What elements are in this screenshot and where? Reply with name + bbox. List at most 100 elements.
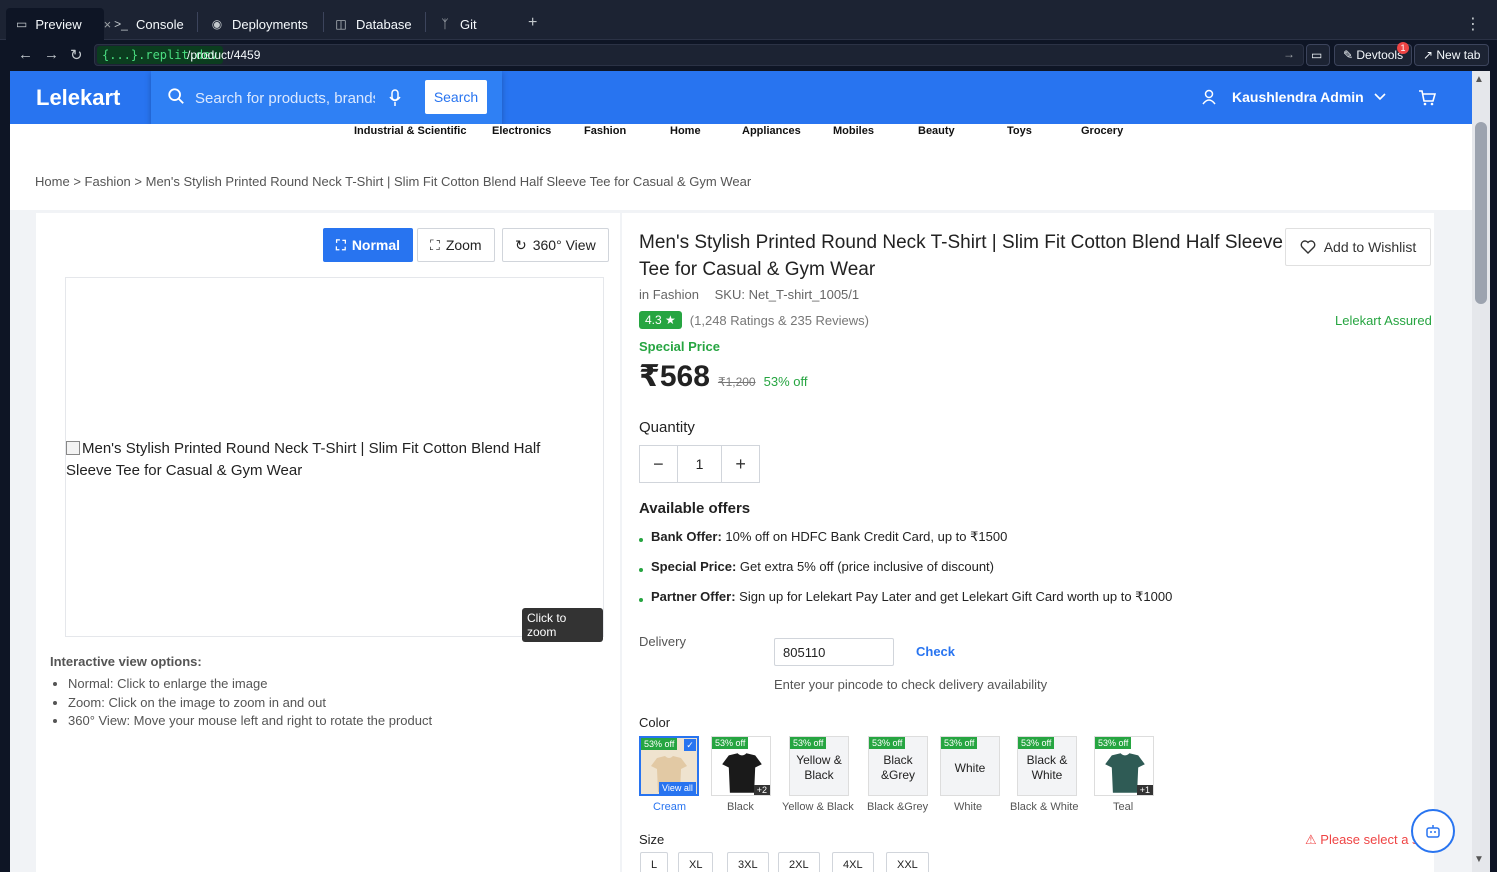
search-icon [168,88,184,104]
size-option[interactable]: XL [678,852,714,872]
swatch-label: Black [727,801,754,813]
cart-icon[interactable] [1418,89,1436,107]
discount-tag: 53% off [712,737,749,749]
swatch-label: Yellow & Black [782,801,854,813]
color-swatch-black[interactable]: 53% off +2 [711,736,771,796]
color-swatch-teal[interactable]: 53% off +1 [1094,736,1154,796]
category-mobiles[interactable]: Mobiles [833,125,874,137]
warning-text: Please select a size [1320,832,1417,847]
offers-title: Available offers [639,500,751,517]
size-option[interactable]: L [640,852,669,872]
view-zoom-button[interactable]: ⛶ Zoom [417,228,495,262]
forward-arrow-icon[interactable]: → [44,46,59,63]
scrollbar-thumb[interactable] [1475,122,1487,304]
site-logo[interactable]: Lelekart [36,85,120,111]
breadcrumb-home[interactable]: Home [35,174,70,189]
bullet-icon [639,598,643,602]
category-fashion[interactable]: Fashion [584,125,626,137]
special-price-label: Special Price [639,339,720,354]
category-grocery[interactable]: Grocery [1081,125,1123,137]
category-appliances[interactable]: Appliances [742,125,801,137]
swatch-label: Black &Grey [867,801,929,813]
more-options-icon[interactable]: ⋮ [1465,14,1481,34]
color-swatch-cream[interactable]: 53% off ✓ View all [639,736,699,796]
increase-button[interactable]: + [722,446,759,482]
tab-preview[interactable]: ▭ Preview × [6,8,111,40]
expand-icon: ⛶ [336,236,346,253]
rating-badge: 4.3 ★ [639,311,682,329]
pincode-input[interactable] [774,638,894,666]
screen-icon[interactable]: ▭ [1306,44,1330,66]
view-all-label[interactable]: View all [659,782,696,794]
list-item: 360° View: Move your mouse left and righ… [68,712,432,731]
size-option[interactable]: XXL [886,852,929,872]
check-icon: ✓ [684,739,696,751]
check-pincode-button[interactable]: Check [916,644,955,659]
reload-icon[interactable]: ↻ [70,46,83,64]
tab-label: Console [136,16,184,32]
color-swatch-black-white[interactable]: 53% off Black & White [1017,736,1077,796]
category-industrial[interactable]: Industrial & Scientific [354,125,466,137]
discount-tag: 53% off [941,737,978,749]
tab-deployments[interactable]: ◉ Deployments [200,8,318,40]
breadcrumb-current: Men's Stylish Printed Round Neck T-Shirt… [145,174,752,189]
breadcrumb-category[interactable]: Fashion [85,174,131,189]
back-arrow-icon[interactable]: ← [18,46,33,63]
color-swatch-black-grey[interactable]: 53% off Black &Grey [868,736,928,796]
rotate-icon: ↻ [515,236,527,253]
color-label: Color [639,715,671,730]
discount-tag: 53% off [641,738,678,750]
add-to-wishlist-button[interactable]: Add to Wishlist [1285,228,1431,266]
breadcrumb: Home > Fashion > Men's Stylish Printed R… [35,174,751,189]
size-option[interactable]: 2XL [778,852,820,872]
user-menu[interactable]: Kaushlendra Admin [1202,89,1386,105]
quantity-stepper: − 1 + [639,445,760,483]
swatch-label: Cream [653,801,687,813]
color-swatch-yellow-black[interactable]: 53% off Yellow & Black [789,736,849,796]
broken-image-icon [66,441,80,455]
go-arrow-icon[interactable]: → [1283,47,1295,61]
product-title: Men's Stylish Printed Round Neck T-Shirt… [639,232,1283,280]
offer-item: Partner Offer: Sign up for Lelekart Pay … [639,589,1172,605]
search-button[interactable]: Search [425,80,487,114]
monitor-icon: ▭ [16,17,28,31]
new-tab-label: New tab [1436,48,1481,62]
more-count: +1 [1136,785,1153,795]
quantity-value[interactable]: 1 [676,446,723,482]
tab-label: Deployments [232,16,308,32]
tab-label: Database [356,16,412,32]
swatch-name: White [954,761,986,775]
view-360-button[interactable]: ↻ 360° View [502,228,609,262]
category-beauty[interactable]: Beauty [918,125,955,137]
tab-git[interactable]: ᛉ Git [428,8,487,40]
microphone-icon[interactable] [389,89,401,107]
search-input[interactable] [195,85,375,111]
chatbot-button[interactable] [1411,809,1455,853]
expand-icon: ⛶ [430,236,440,253]
database-icon: ◫ [335,17,347,31]
url-path: /product/4459 [187,48,261,62]
size-option[interactable]: 4XL [832,852,874,872]
deploy-icon: ◉ [211,17,223,31]
tab-console[interactable]: >_ Console [104,8,194,40]
discount: 53% off [763,374,808,389]
category-toys[interactable]: Toys [1007,125,1032,137]
scroll-up-icon[interactable]: ▲ [1474,74,1484,85]
devtools-label: Devtools [1356,48,1404,62]
tab-label: Git [460,16,477,32]
discount-tag: 53% off [790,737,827,749]
assured-badge: Lelekart Assured [1335,313,1432,328]
original-price: ₹1,200 [717,375,756,389]
product-image[interactable]: Men's Stylish Printed Round Neck T-Shirt… [65,277,604,642]
category-electronics[interactable]: Electronics [492,125,551,137]
new-tab-button[interactable]: ↗ New tab [1414,44,1490,66]
decrease-button[interactable]: − [640,446,677,482]
url-field[interactable]: {...}.replit.dev /product/4459 → [94,44,1304,66]
add-tab-button[interactable]: + [528,14,537,32]
category-home[interactable]: Home [670,125,701,137]
size-option[interactable]: 3XL [727,852,769,872]
view-normal-button[interactable]: ⛶ Normal [323,228,414,262]
scroll-down-icon[interactable]: ▼ [1474,854,1484,865]
color-swatch-white[interactable]: 53% off White [940,736,1000,796]
tab-database[interactable]: ◫ Database [324,8,422,40]
